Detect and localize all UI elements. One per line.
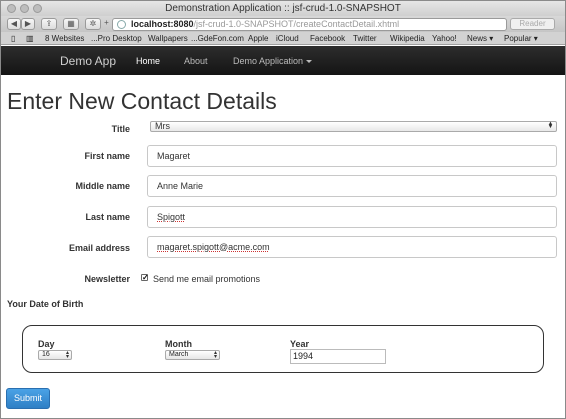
plus-icon: + — [104, 18, 109, 27]
submit-button[interactable]: Submit — [6, 388, 50, 409]
bookmarks-bar: ▯ ▥ 8 Websites ...Pro Desktop Wallpapers… — [1, 32, 565, 45]
forward-button[interactable]: ▶ — [21, 18, 35, 30]
email-label: Email address — [68, 243, 130, 253]
window-title: Demonstration Application :: jsf-crud-1.… — [165, 3, 401, 14]
chevron-down-icon: ▾ — [531, 34, 538, 43]
dob-section-title: Your Date of Birth — [7, 299, 84, 309]
title-select[interactable]: Mrs ▲ ▼ — [150, 121, 557, 132]
bookmark-item[interactable]: Facebook — [310, 32, 345, 45]
newsletter-option-text[interactable]: Send me email promotions — [153, 274, 260, 284]
window-titlebar: Demonstration Application :: jsf-crud-1.… — [1, 1, 565, 16]
bookmark-item[interactable]: Apple — [248, 32, 268, 45]
day-label: Day — [38, 339, 55, 349]
caret-down-icon — [306, 60, 313, 64]
middle-name-label: Middle name — [75, 181, 130, 191]
browser-toolbar: ◀ ▶ ⇪ ▦ ✲ + localhost:8080/jsf-crud-1.0-… — [1, 16, 565, 32]
month-label: Month — [165, 339, 192, 349]
select-arrows-icon: ▴ ▾ — [213, 350, 217, 360]
minimize-window-button[interactable] — [20, 4, 29, 13]
bookmark-item[interactable]: Twitter — [353, 32, 377, 45]
bookmark-item[interactable]: ...GdeFon.com — [191, 32, 244, 45]
select-arrows-icon: ▴ ▾ — [65, 350, 69, 360]
day-select-value: 16 — [42, 351, 50, 358]
tabs-view-button[interactable]: ▦ — [63, 18, 79, 30]
middle-name-field[interactable]: Anne Marie — [147, 175, 557, 197]
select-arrows-icon: ▲ ▼ — [547, 121, 554, 130]
reading-list-icon[interactable]: ▯ — [11, 32, 15, 45]
email-field[interactable]: magaret.spigott@acme.com — [147, 236, 557, 258]
page-title: Enter New Contact Details — [7, 88, 277, 114]
address-bar[interactable]: localhost:8080/jsf-crud-1.0-SNAPSHOT/cre… — [112, 18, 507, 31]
newsletter-label: Newsletter — [84, 274, 130, 284]
day-select[interactable]: 16 ▴ ▾ — [38, 350, 72, 360]
bookmark-item[interactable]: Yahoo! — [432, 32, 457, 45]
app-navbar: Demo App Home About Demo Application — [1, 46, 565, 75]
bookmark-item[interactable]: iCloud — [276, 32, 299, 45]
share-icon: ⇪ — [45, 19, 53, 28]
checkmark-icon: ✓ — [142, 273, 149, 282]
nav-item-about[interactable]: About — [184, 56, 208, 66]
year-input[interactable]: 1994 — [290, 349, 386, 364]
newsletter-checkbox[interactable]: ✓ — [141, 273, 149, 282]
email-value: magaret.spigott@acme.com — [157, 242, 270, 252]
bookmark-item[interactable]: Popular ▾ — [504, 32, 538, 45]
first-name-field[interactable]: Magaret — [147, 145, 557, 167]
share-button[interactable]: ⇪ — [41, 18, 57, 30]
bookmark-item[interactable]: Wallpapers — [148, 32, 188, 45]
settings-button[interactable]: ✲ — [85, 18, 101, 30]
month-select-value: March — [169, 351, 189, 358]
gear-icon: ✲ — [89, 19, 97, 28]
globe-icon — [117, 20, 126, 29]
title-label: Title — [111, 124, 130, 134]
back-button[interactable]: ◀ — [7, 18, 21, 30]
zoom-window-button[interactable] — [33, 4, 42, 13]
brand-link[interactable]: Demo App — [60, 54, 116, 68]
last-name-value: Spigott — [157, 212, 186, 222]
url-path: /jsf-crud-1.0-SNAPSHOT/createContactDeta… — [193, 19, 400, 29]
nav-item-demo-application[interactable]: Demo Application — [233, 56, 313, 66]
last-name-label: Last name — [85, 212, 130, 222]
title-select-value: Mrs — [155, 121, 170, 131]
dob-group — [22, 325, 544, 373]
month-select[interactable]: March ▴ ▾ — [165, 350, 220, 360]
back-arrow-icon: ◀ — [10, 19, 18, 28]
close-window-button[interactable] — [7, 4, 16, 13]
nav-item-home[interactable]: Home — [136, 56, 160, 66]
top-sites-icon[interactable]: ▥ — [26, 32, 34, 45]
year-label: Year — [290, 339, 310, 349]
bookmark-label: News — [467, 34, 488, 43]
forward-arrow-icon: ▶ — [24, 19, 32, 28]
bookmark-item[interactable]: ...Pro Desktop — [91, 32, 142, 45]
bookmark-item[interactable]: 8 Websites — [45, 32, 84, 45]
url-host: localhost:8080 — [131, 19, 194, 29]
first-name-label: First name — [84, 151, 130, 161]
reader-button[interactable]: Reader — [510, 18, 555, 30]
bookmark-item[interactable]: News ▾ — [467, 32, 493, 45]
nav-item-label: Demo Application — [233, 56, 304, 66]
last-name-field[interactable]: Spigott — [147, 206, 557, 228]
bookmark-item[interactable]: Wikipedia — [390, 32, 425, 45]
chevron-down-icon: ▾ — [487, 34, 494, 43]
tabs-icon: ▦ — [67, 19, 75, 28]
new-tab-button[interactable]: + — [102, 18, 111, 30]
bookmark-label: Popular — [504, 34, 532, 43]
